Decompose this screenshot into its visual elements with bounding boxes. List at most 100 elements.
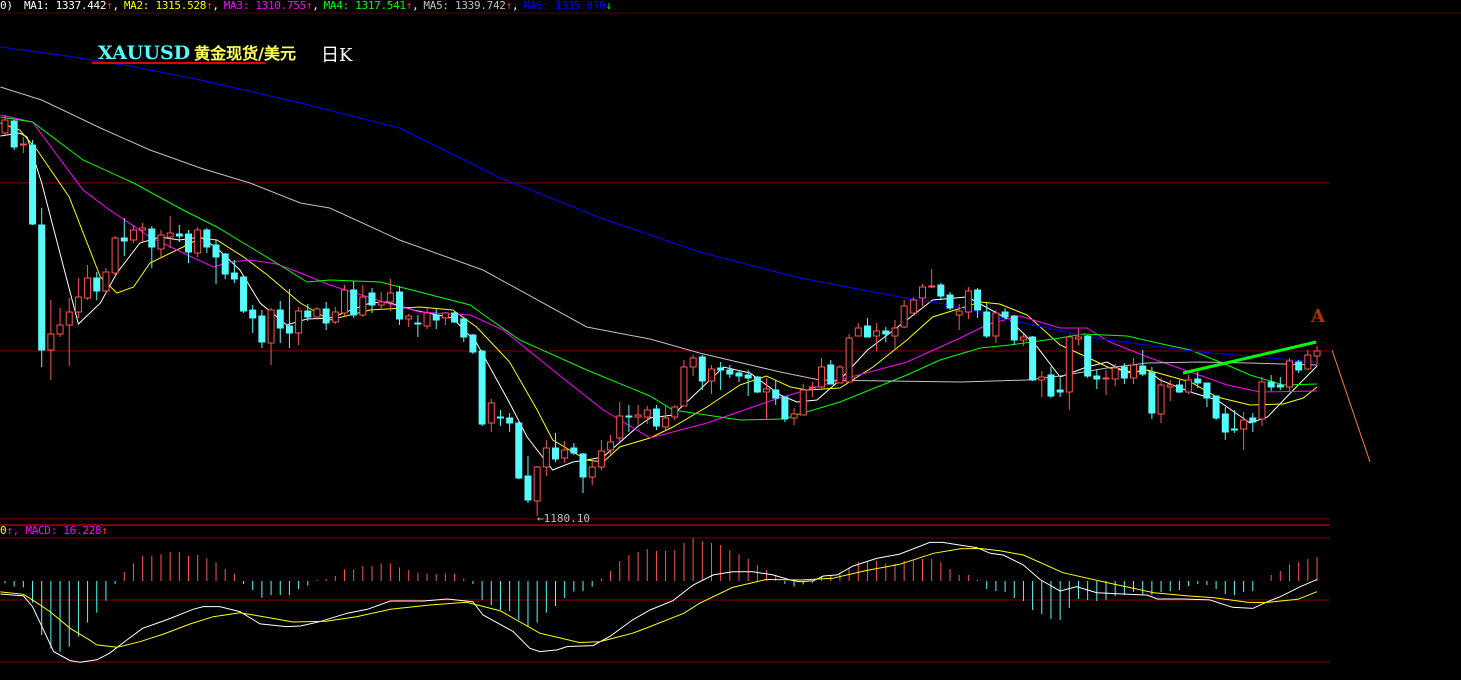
candle-body — [65, 311, 73, 326]
candle-down — [735, 370, 743, 382]
title-underline — [92, 62, 265, 64]
candle-body — [570, 447, 578, 454]
candle-down — [552, 433, 559, 462]
candle-up — [992, 310, 1000, 343]
candle-body — [1194, 378, 1202, 384]
candle-down — [258, 310, 266, 348]
candle-up — [680, 360, 688, 407]
candle-down — [1093, 370, 1101, 389]
ma-legend-item: MA1: 1337.442 — [23, 0, 107, 12]
candle-body — [882, 330, 890, 335]
candle-body — [377, 301, 385, 306]
candle-body — [1029, 336, 1037, 381]
candle-down — [579, 453, 587, 493]
candle-up — [1157, 378, 1165, 423]
candle-body — [763, 388, 771, 393]
candle-down — [1203, 382, 1211, 407]
candle-body — [671, 406, 679, 418]
candle-down — [726, 365, 734, 378]
ma-legend: 0) MA1: 1337.442↑, MA2: 1315.528↑, MA3: 13… — [0, 0, 612, 13]
candle-down — [652, 405, 660, 430]
candle-down — [781, 396, 789, 422]
candle-up — [111, 236, 119, 275]
candle-down — [625, 405, 633, 432]
candle-body — [579, 453, 587, 478]
candle-body — [304, 310, 312, 318]
candle-up — [964, 287, 972, 319]
candle-body — [1295, 361, 1303, 371]
candle-up — [1038, 371, 1046, 397]
candle-up — [689, 355, 697, 376]
candle-body — [652, 408, 660, 427]
candle-body — [185, 233, 192, 253]
candle-down — [496, 410, 504, 426]
candle-body — [258, 315, 266, 343]
candle-up — [1286, 358, 1293, 392]
candle-body — [561, 449, 569, 459]
candle-up — [295, 307, 303, 345]
candle-body — [212, 244, 220, 258]
candle-body — [928, 285, 936, 288]
candle-body — [221, 253, 229, 275]
candle-body — [396, 291, 404, 320]
candle-down — [863, 318, 871, 338]
ma-legend-item: MA3: 1310.755 — [223, 0, 307, 12]
candle-up — [900, 300, 908, 328]
candle-down — [753, 376, 761, 393]
candle-up — [1130, 358, 1138, 384]
candle-down — [1295, 360, 1303, 373]
ma-legend-item: MA5: 1339.742 — [423, 0, 506, 12]
candle-body — [432, 314, 440, 321]
candle-body — [533, 466, 541, 502]
candle-down — [120, 218, 128, 256]
candle-body — [707, 368, 715, 382]
candle-body — [496, 416, 504, 419]
candle-down — [1029, 336, 1037, 381]
candle-body — [102, 271, 110, 292]
candle-body — [84, 277, 92, 299]
candle-body — [1139, 365, 1147, 375]
candle-body — [1221, 413, 1229, 433]
candle-body — [1157, 384, 1165, 415]
candle-body — [230, 272, 238, 280]
candle-body — [157, 234, 165, 250]
candle-body — [818, 366, 826, 388]
candle-down — [1148, 367, 1156, 419]
candle-down — [1084, 335, 1092, 378]
candle-up — [65, 298, 73, 366]
candle-body — [93, 277, 101, 292]
candle-body — [405, 315, 413, 320]
candle-body — [1249, 417, 1257, 423]
candle-up — [845, 334, 853, 383]
candle-down — [185, 230, 192, 263]
candle-body — [552, 447, 559, 460]
symbol-label: XAUUSD — [98, 42, 191, 64]
candle-up — [487, 399, 495, 432]
macd-arrow-icon: ↑ — [101, 524, 108, 537]
candle-up — [1185, 375, 1193, 394]
candle-body — [478, 350, 486, 425]
candle-body — [597, 450, 605, 468]
candle-down — [1010, 315, 1018, 345]
period-label[interactable]: 日K — [321, 41, 352, 67]
candle-body — [1, 119, 9, 134]
candle-body — [1130, 364, 1138, 379]
candle-up — [671, 405, 679, 420]
candle-body — [983, 311, 991, 337]
candle-body — [74, 296, 82, 313]
candle-down — [350, 281, 358, 318]
chart-title: XAUUSD 黄金现货/美元 — [98, 40, 296, 64]
candle-body — [753, 376, 761, 393]
candle-down — [414, 315, 422, 337]
projection-line — [1331, 349, 1371, 463]
chart-canvas[interactable] — [0, 0, 1461, 680]
candle-body — [38, 224, 46, 351]
candle-body — [194, 229, 202, 254]
ma-legend-item: MA6: 1335.870 — [523, 0, 606, 12]
candle-down — [148, 226, 156, 268]
candle-body — [1267, 381, 1275, 388]
candle-body — [56, 324, 64, 335]
candle-down — [322, 302, 330, 330]
candle-body — [643, 409, 651, 418]
candle-down — [212, 240, 220, 284]
